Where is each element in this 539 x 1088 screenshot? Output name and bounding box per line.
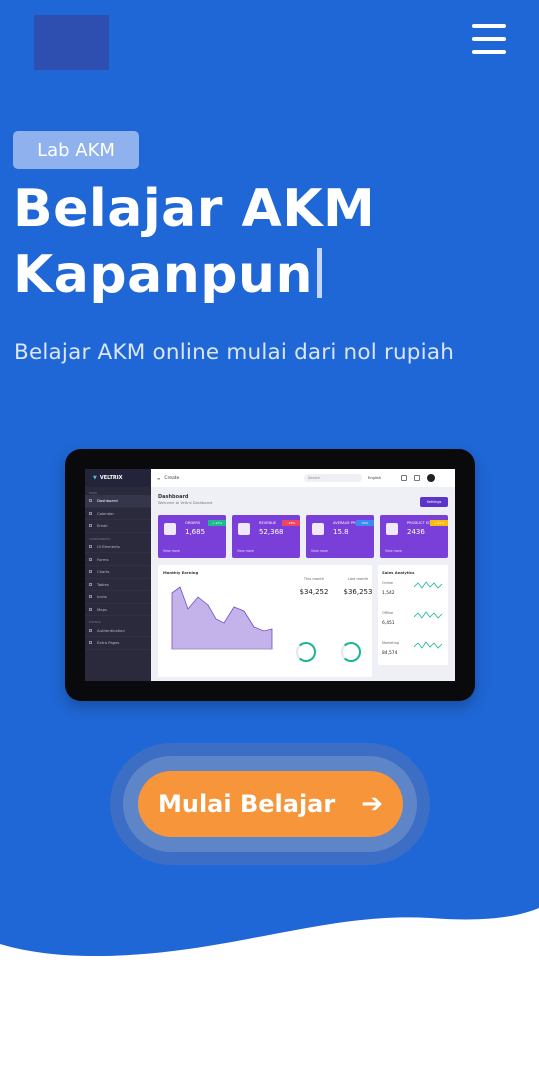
mockup-stat-card: AVERAGE PRICE 15.8 00% View more <box>306 515 374 558</box>
stat-more: View more <box>163 549 180 553</box>
stat-tag: 00% <box>356 520 374 526</box>
mockup-sidebar-item: Icons <box>85 591 151 604</box>
stat-more: View more <box>385 549 402 553</box>
mockup-brand-name: VELTRIX <box>99 475 123 481</box>
sales-row: Offline 6,451 <box>382 611 395 626</box>
mockup-earning-panel: Monthly Earning This month $34,252 Last m… <box>158 565 372 677</box>
product-icon <box>386 523 398 535</box>
mockup-sidebar-item: Authentication <box>85 624 151 637</box>
mockup-sidebar-item: Maps <box>85 604 151 617</box>
mockup-menu-icon: ≡ <box>157 475 161 481</box>
mockup-section-label: MAIN <box>89 491 97 495</box>
mockup-sparklines <box>414 581 443 649</box>
bottom-wave <box>0 908 539 1088</box>
stat-tag: - 28% <box>282 520 300 526</box>
hero-title-line-2: Kapanpun <box>13 242 513 308</box>
veltrix-logo-icon: ▼ <box>93 475 97 481</box>
hero-subtitle: Belajar AKM online mulai dari nol rupiah <box>14 340 455 365</box>
dashboard-screenshot: ▼ VELTRIX MAIN Dashboard Calendar Email C… <box>85 469 455 681</box>
mockup-stat-card: REVENUE 52,368 - 28% View more <box>232 515 300 558</box>
hero-section: Lab AKM Belajar AKM Kapanpun Belajar AKM… <box>0 0 539 1088</box>
hamburger-menu-icon[interactable] <box>472 24 508 60</box>
stat-value: 52,368 <box>259 528 284 536</box>
mockup-search: Search <box>304 474 362 482</box>
mockup-sidebar-item: Tables <box>85 579 151 592</box>
mockup-sidebar: ▼ VELTRIX MAIN Dashboard Calendar Email C… <box>85 469 151 681</box>
hero-title: Belajar AKM Kapanpun <box>13 176 513 308</box>
mockup-language: English <box>368 476 381 480</box>
sales-row: Online 1,542 <box>382 581 395 596</box>
stat-label: ORDERS <box>185 521 201 525</box>
mockup-sales-panel: Sales Analytics Online 1,542 Offline 6,451… <box>378 565 448 665</box>
stat-more: View more <box>237 549 254 553</box>
mockup-donut <box>341 642 361 662</box>
mockup-page-subtitle: Welcome to Veltrix Dashboard <box>158 501 213 505</box>
tablet-mockup: ▼ VELTRIX MAIN Dashboard Calendar Email C… <box>65 449 475 701</box>
logo[interactable] <box>34 15 109 70</box>
mockup-sidebar-item: Dashboard <box>85 495 151 508</box>
mockup-stat-card: ORDERS 1,685 + 12% View more <box>158 515 226 558</box>
typing-cursor <box>316 248 322 298</box>
mockup-bell-icon <box>414 475 420 481</box>
mockup-sidebar-item: UI Elements <box>85 541 151 554</box>
mockup-sidebar-item: Charts <box>85 566 151 579</box>
mockup-settings-button: Settings <box>420 497 448 507</box>
last-month: Last month $36,253 <box>343 577 373 596</box>
mockup-sidebar-item: Calendar <box>85 508 151 521</box>
stat-label: REVENUE <box>259 521 277 525</box>
this-month: This month $34,252 <box>299 577 329 596</box>
stat-value: 2436 <box>407 528 425 536</box>
mockup-area-chart <box>170 586 274 650</box>
hero-title-line-1: Belajar AKM <box>13 179 376 239</box>
sales-row: Marketing 84,574 <box>382 641 399 656</box>
mockup-brand: ▼ VELTRIX <box>85 469 151 487</box>
lab-akm-badge: Lab AKM <box>13 131 139 169</box>
mockup-section-label: COMPONENTS <box>89 536 111 541</box>
panel-title: Sales Analytics <box>382 570 415 575</box>
revenue-icon <box>238 523 250 535</box>
mockup-fullscreen-icon <box>401 475 407 481</box>
mockup-topbar: ≡ Create Search English <box>151 469 455 487</box>
mockup-sidebar-item: Email <box>85 520 151 533</box>
orders-icon <box>164 523 176 535</box>
arrow-right-icon: ➔ <box>361 789 384 819</box>
hero-title-word: Kapanpun <box>13 245 313 305</box>
price-icon <box>312 523 324 535</box>
mockup-sidebar-item: Extra Pages <box>85 637 151 650</box>
mockup-donut <box>296 642 316 662</box>
stat-value: 15.8 <box>333 528 349 536</box>
stat-tag: + 84% <box>430 520 448 526</box>
mockup-stat-card: PRODUCT SOLD 2436 + 84% View more <box>380 515 448 558</box>
mockup-sidebar-item: Forms <box>85 553 151 566</box>
mockup-page-title: Dashboard <box>158 494 189 500</box>
cta-label: Mulai Belajar <box>157 790 336 818</box>
mulai-belajar-button[interactable]: Mulai Belajar ➔ <box>138 771 403 837</box>
stat-tag: + 12% <box>208 520 226 526</box>
mockup-create-menu: Create <box>164 475 180 481</box>
stat-value: 1,685 <box>185 528 206 536</box>
panel-title: Monthly Earning <box>163 570 199 575</box>
mockup-avatar <box>427 474 435 482</box>
stat-more: View more <box>311 549 328 553</box>
mockup-section-label: EXTRAS <box>89 620 101 625</box>
